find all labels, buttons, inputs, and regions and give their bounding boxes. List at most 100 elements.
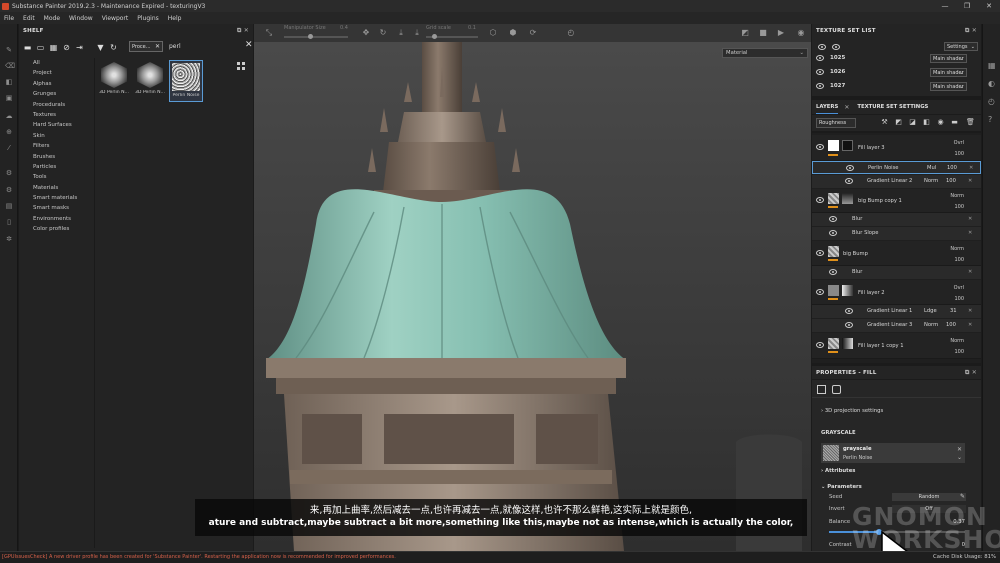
layer-row[interactable]: Fill layer 2 Ovrl 100 — [812, 280, 981, 305]
menu-edit[interactable]: Edit — [23, 15, 35, 22]
eye-icon[interactable] — [816, 69, 824, 75]
history-icon[interactable]: ◴ — [988, 98, 996, 106]
hide-icon[interactable]: ⊘ — [62, 43, 71, 52]
shader-dropdown[interactable]: Main shader ⌄ — [930, 82, 967, 91]
menu-plugins[interactable]: Plugins — [137, 15, 159, 22]
blend-mode[interactable]: Norm — [924, 322, 938, 328]
opacity-value[interactable]: 100 — [947, 165, 957, 171]
menu-mode[interactable]: Mode — [44, 15, 60, 22]
camera-icon[interactable]: ▶ — [776, 28, 786, 38]
effect-row[interactable]: Blur Slope ✕ — [812, 227, 981, 240]
opacity-value[interactable]: 100 — [946, 322, 956, 328]
texture-set-row[interactable]: 1026 Main shader ⌄ — [812, 66, 981, 79]
channel-dropdown[interactable]: Roughness — [816, 118, 856, 128]
category-hard-surfaces[interactable]: Hard Surfaces — [19, 120, 94, 130]
display-settings-icon[interactable]: ◐ — [988, 80, 996, 88]
folder-icon[interactable]: ▬ — [950, 118, 959, 127]
folder-icon[interactable]: ▬ — [23, 43, 32, 52]
opacity-value[interactable]: 31 — [950, 308, 957, 314]
projection-icon[interactable]: ◧ — [5, 78, 13, 86]
eye-icon[interactable] — [845, 308, 853, 314]
chevron-down-icon[interactable]: ⌄ — [957, 454, 962, 461]
opacity-value[interactable]: 100 — [954, 296, 964, 302]
menu-help[interactable]: Help — [168, 15, 182, 22]
close-button[interactable]: ✕ — [978, 0, 1000, 12]
remove-effect-icon[interactable]: ✕ — [968, 269, 972, 275]
blend-mode[interactable]: Ovrl — [954, 285, 964, 291]
cube-icon[interactable]: ⬡ — [488, 28, 498, 38]
blend-mode[interactable]: Norm — [924, 178, 938, 184]
category-brushes[interactable]: Brushes — [19, 152, 94, 162]
effect-row[interactable]: Blur ✕ — [812, 266, 981, 279]
add-layer-icon[interactable]: ◧ — [922, 118, 931, 127]
fill-material-icon[interactable] — [817, 385, 826, 394]
maximize-button[interactable]: ❐ — [956, 0, 978, 12]
layer-row[interactable]: Fill layer 1 copy 1 Norm 100 — [812, 333, 981, 359]
polygon-fill-icon[interactable]: ▣ — [5, 94, 13, 102]
projection-section[interactable]: › 3D projection settings — [821, 408, 883, 414]
paint-brush-icon[interactable]: ✎ — [5, 46, 13, 54]
remove-effect-icon[interactable]: ✕ — [969, 165, 973, 171]
blend-mode[interactable]: Norm — [950, 246, 964, 252]
new-item-icon[interactable]: ▭ — [36, 43, 45, 52]
snap-icon[interactable]: ⤓ — [412, 28, 422, 38]
display-cube-icon[interactable]: ■ — [758, 28, 768, 38]
clone-icon[interactable]: ⊕ — [5, 128, 13, 136]
scale-icon[interactable]: ⤓ — [396, 28, 406, 38]
grayscale-slot[interactable]: grayscale Perlin Noise ✕ ⌄ — [821, 443, 965, 463]
texture-set-row[interactable]: 1027 Main shader ⌄ — [812, 80, 981, 93]
category-environments[interactable]: Environments — [19, 214, 94, 224]
tab-layers[interactable]: LAYERS — [816, 104, 839, 114]
filter-icon[interactable]: ▼ — [96, 43, 105, 52]
shelf-item-selected[interactable]: Perlin Noise — [169, 60, 203, 102]
tab-texture-set-settings[interactable]: TEXTURE SET SETTINGS — [857, 104, 928, 110]
category-color-profiles[interactable]: Color profiles — [19, 224, 94, 234]
attributes-section[interactable]: › Attributes — [821, 468, 855, 474]
eraser-icon[interactable]: ⌫ — [5, 62, 15, 70]
category-procedurals[interactable]: Procedurals — [19, 100, 94, 110]
layer-row[interactable]: big Bump copy 1 Norm 100 — [812, 189, 981, 213]
export-icon[interactable]: ⇥ — [75, 43, 84, 52]
import-icon[interactable]: ▦ — [49, 43, 58, 52]
move-icon[interactable]: ✥ — [361, 28, 371, 38]
opacity-value[interactable]: 100 — [954, 257, 964, 263]
photoshop-export-icon[interactable]: ▤ — [5, 202, 13, 210]
category-alphas[interactable]: Alphas — [19, 79, 94, 89]
picker-icon[interactable]: ⁄ — [5, 144, 13, 152]
shader-dropdown[interactable]: Main shader ⌄ — [930, 68, 967, 77]
clear-search-icon[interactable]: ✕ — [245, 40, 253, 50]
remove-effect-icon[interactable]: ✕ — [968, 230, 972, 236]
grid-view-icon[interactable] — [237, 62, 245, 70]
eye-icon[interactable] — [816, 55, 824, 61]
history-icon[interactable]: ◴ — [566, 28, 576, 38]
opacity-value[interactable]: 100 — [954, 349, 964, 355]
opacity-value[interactable]: 100 — [946, 178, 956, 184]
trash-icon[interactable]: 🗑 — [966, 118, 975, 127]
category-particles[interactable]: Particles — [19, 162, 94, 172]
panel-float-close-icon[interactable]: ⧉ ✕ — [237, 24, 249, 38]
plugin-icon[interactable]: ✲ — [5, 235, 13, 243]
blend-mode[interactable]: Mul — [927, 165, 936, 171]
eye-icon[interactable] — [816, 289, 824, 295]
fill-layer-icon[interactable] — [832, 385, 841, 394]
effect-row[interactable]: Gradient Linear 1 Ldge 31 ✕ — [812, 305, 981, 318]
settings-dropdown[interactable]: Settings ⌄ — [944, 42, 978, 51]
manipulator-size-slider[interactable] — [284, 34, 348, 39]
remove-effect-icon[interactable]: ✕ — [968, 308, 972, 314]
category-materials[interactable]: Materials — [19, 183, 94, 193]
shader-dropdown[interactable]: Main shader ⌄ — [930, 54, 967, 63]
close-tab-icon[interactable]: ✕ — [844, 104, 849, 111]
menu-file[interactable]: File — [4, 15, 14, 22]
eye-icon[interactable] — [816, 144, 824, 150]
menu-viewport[interactable]: Viewport — [102, 15, 129, 22]
shelf-search-input[interactable]: perl — [169, 43, 181, 50]
blend-mode[interactable]: Norm — [950, 193, 964, 199]
opacity-value[interactable]: 100 — [954, 204, 964, 210]
eye-icon[interactable] — [816, 83, 824, 89]
eye-icon[interactable] — [829, 269, 837, 275]
category-all[interactable]: All — [19, 58, 94, 68]
minimize-button[interactable]: — — [934, 0, 956, 12]
filter-chip[interactable]: Proce... ✕ — [129, 41, 163, 52]
seed-random-button[interactable]: Random — [892, 493, 966, 501]
paint-bucket-icon[interactable]: ◉ — [936, 118, 945, 127]
